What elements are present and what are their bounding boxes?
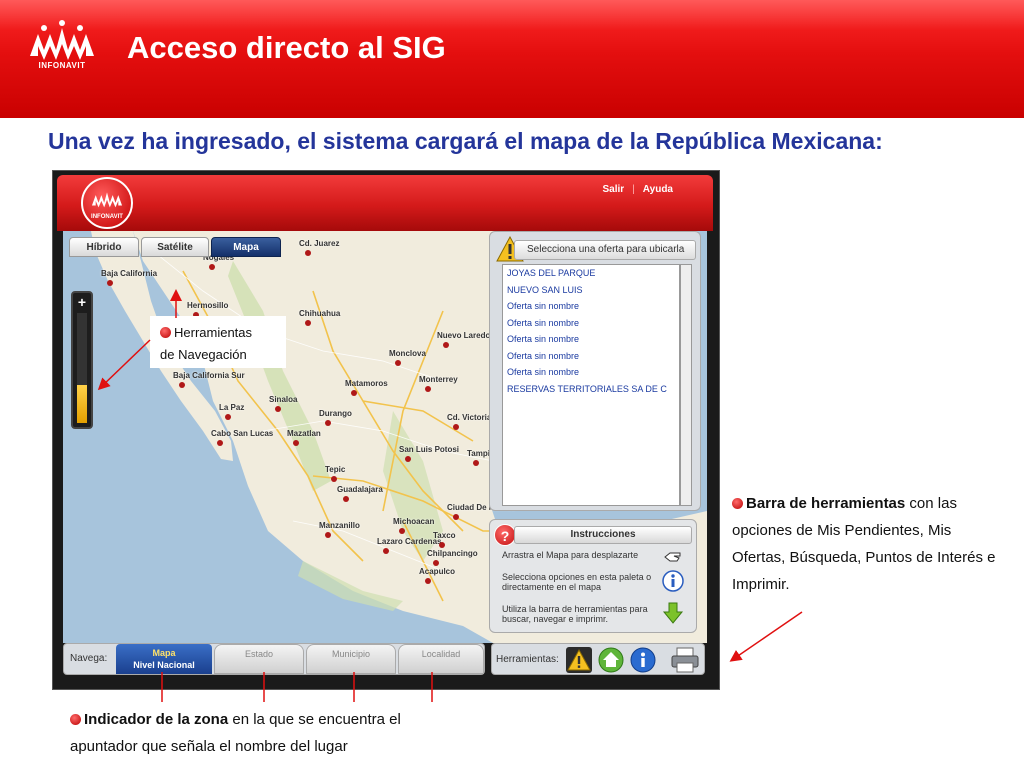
arrow-to-toolbar: [729, 611, 803, 662]
annotation-arrows: [97, 289, 803, 702]
slide: INFONAVIT Acceso directo al SIG Una vez …: [0, 0, 1024, 768]
arrow-to-zoom: [97, 339, 151, 391]
